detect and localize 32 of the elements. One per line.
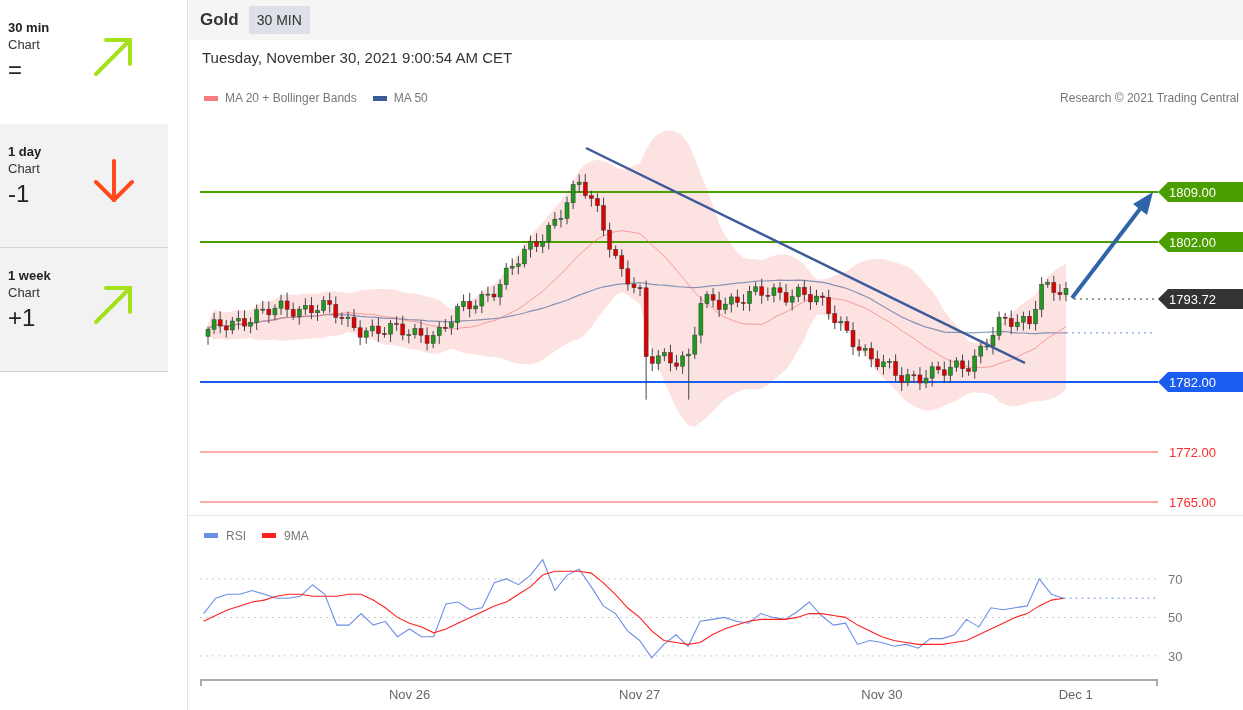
timestamp: Tuesday, November 30, 2021 9:00:54 AM CET	[202, 49, 513, 66]
price-tag: 1809.00	[1158, 182, 1243, 202]
chart-label: Chart	[8, 37, 40, 52]
axis-label: Nov 30	[861, 687, 903, 702]
timeframe-label: 1 day	[8, 144, 42, 159]
price-label: 1765.00	[1169, 495, 1216, 510]
price-label: 1772.00	[1169, 445, 1216, 460]
axis-label: Nov 27	[619, 687, 661, 702]
credit-text: Research © 2021 Trading Central	[1060, 91, 1239, 105]
legend-label: MA 50	[393, 91, 428, 105]
legend-label: MA 20 + Bollinger Bands	[225, 91, 357, 105]
signal-card[interactable]: 1 day Chart -1	[0, 124, 168, 248]
timeframe-label: 30 min	[8, 20, 50, 35]
score-value: -1	[8, 180, 30, 208]
score-value: =	[8, 56, 22, 84]
price-tag: 1793.72	[1158, 289, 1243, 309]
instrument-title: Gold	[200, 10, 239, 30]
price-tag: 1782.00	[1158, 372, 1243, 392]
axis-label: Nov 26	[388, 687, 431, 702]
signal-card[interactable]: 1 week Chart +1	[0, 248, 168, 372]
chart-label: Chart	[8, 285, 40, 300]
interval-badge: 30 MIN	[248, 6, 310, 34]
chart-label: Chart	[8, 161, 40, 176]
price-tag: 1802.00	[1158, 232, 1243, 252]
score-value: +1	[8, 304, 36, 332]
timeframe-label: 1 week	[8, 268, 51, 283]
axis-label: Dec 1	[1058, 687, 1093, 702]
legend-label: RSI	[226, 529, 246, 543]
axis-label: 30	[1168, 648, 1183, 664]
legend-label: 9MA	[284, 529, 309, 543]
axis-label: 50	[1168, 610, 1183, 626]
axis-label: 70	[1168, 571, 1183, 587]
